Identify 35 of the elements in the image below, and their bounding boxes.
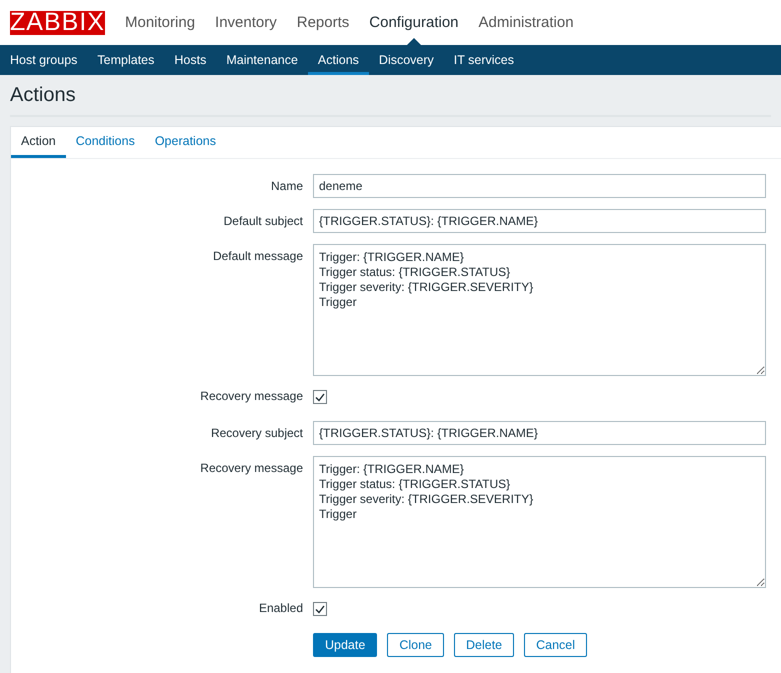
menu-item[interactable]: Configuration <box>359 0 469 45</box>
cancel-button[interactable]: Cancel <box>524 633 588 657</box>
message-textarea[interactable]: Trigger: {TRIGGER.NAME} Trigger status: {TRIGGER.STATUS} Trigger severity: {TRIGGER.SEVERITY} Trigger <box>313 456 766 588</box>
checkbox[interactable] <box>313 390 327 404</box>
message-textarea[interactable]: Trigger: {TRIGGER.NAME} Trigger status: {TRIGGER.STATUS} Trigger severity: {TRIGGER.SEVERITY} Trigger <box>313 244 766 376</box>
menu-item[interactable]: Reports <box>286 0 360 45</box>
field-label: Enabled <box>258 600 303 617</box>
checkbox[interactable] <box>313 602 327 616</box>
update-button[interactable]: Update <box>313 633 378 657</box>
tab[interactable]: Conditions <box>66 127 145 158</box>
sub-menu-item[interactable]: IT services <box>444 45 524 75</box>
menu-item[interactable]: Inventory <box>205 0 287 45</box>
sub-menu-item[interactable]: Actions <box>308 45 369 75</box>
text-field[interactable]: deneme <box>313 174 766 198</box>
field-label: Name <box>270 178 303 195</box>
sub-menu-item[interactable]: Host groups <box>0 45 88 75</box>
field-label: Default message <box>212 248 303 265</box>
field-label: Default subject <box>222 213 303 230</box>
page-title: Actions <box>10 75 771 117</box>
tab[interactable]: Operations <box>144 127 226 158</box>
sub-menu-item[interactable]: Maintenance <box>216 45 308 75</box>
sub-menu-item[interactable]: Hosts <box>164 45 216 75</box>
field-label: Recovery subject <box>210 425 303 442</box>
field-label: Recovery message <box>199 460 303 477</box>
delete-button[interactable]: Delete <box>454 633 514 657</box>
tab[interactable]: Action <box>11 127 66 158</box>
sub-menu-item[interactable]: Templates <box>87 45 164 75</box>
clone-button[interactable]: Clone <box>387 633 444 657</box>
field-label: Recovery message <box>199 388 303 405</box>
menu-item[interactable]: Monitoring <box>115 0 206 45</box>
text-field[interactable]: {TRIGGER.STATUS}: {TRIGGER.NAME} <box>313 421 766 445</box>
menu-item[interactable]: Administration <box>468 0 584 45</box>
text-field[interactable]: {TRIGGER.STATUS}: {TRIGGER.NAME} <box>313 209 766 233</box>
sub-menu-item[interactable]: Discovery <box>368 45 444 75</box>
logo[interactable]: ZABBIX <box>10 10 105 34</box>
